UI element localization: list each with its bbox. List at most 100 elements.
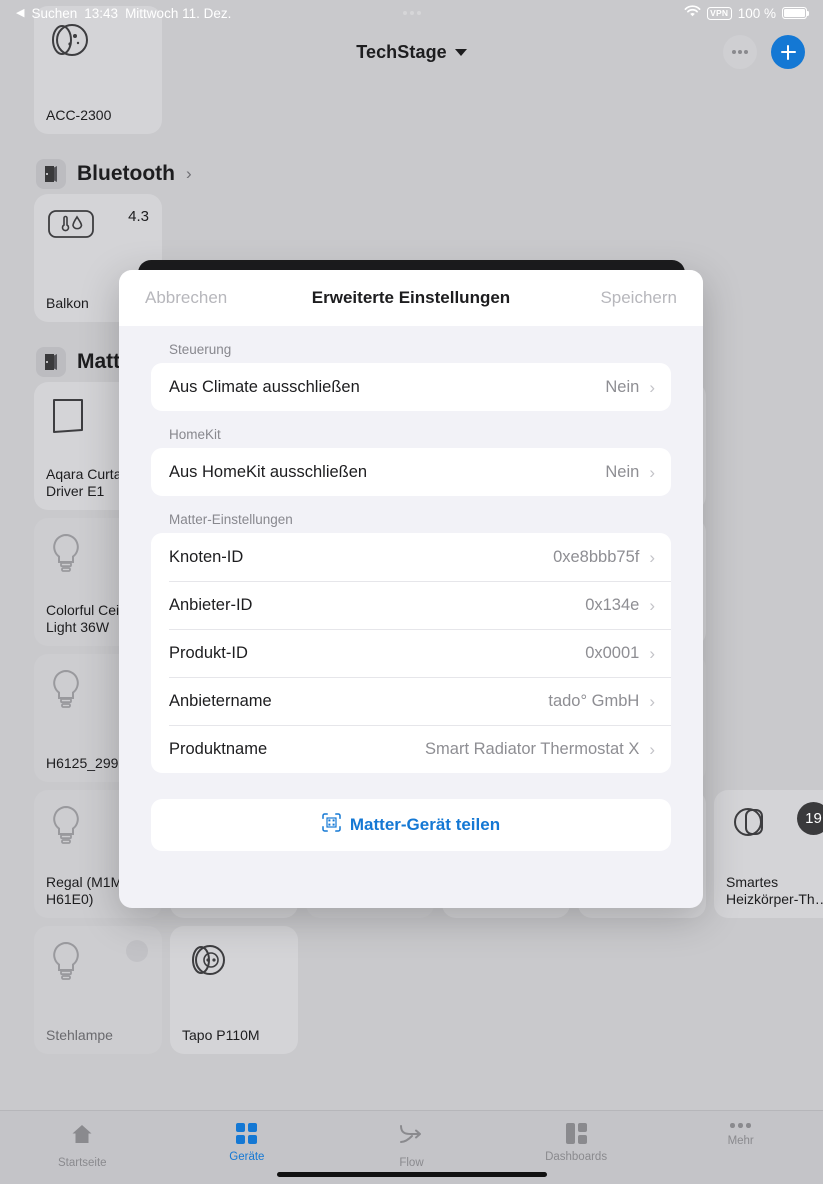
chevron-right-icon: ›	[649, 739, 655, 759]
row-label: Produkt-ID	[169, 643, 248, 662]
group-label-matter: Matter-Einstellungen	[169, 512, 293, 527]
row-anbieter-id[interactable]: Anbieter-ID 0x134e ›	[151, 581, 671, 629]
home-indicator	[276, 1172, 547, 1177]
device-card-stehlampe[interactable]: Stehlampe	[34, 926, 162, 1054]
tab-startseite[interactable]: Startseite	[0, 1123, 165, 1169]
bulb-icon	[48, 804, 84, 853]
device-card-heizkoerper[interactable]: 19 Smartes Heizkörper-Th…	[714, 790, 823, 918]
tab-flow[interactable]: Flow	[329, 1123, 494, 1169]
row-value: 0xe8bbb75f	[553, 547, 640, 566]
row-label: Aus Climate ausschließen	[169, 377, 360, 396]
device-card-label: Stehlampe	[46, 1027, 113, 1043]
add-button[interactable]	[771, 35, 805, 69]
row-label: Produktname	[169, 739, 268, 758]
temperature-humidity-icon	[48, 208, 94, 245]
save-button[interactable]: Speichern	[600, 288, 677, 308]
tab-mehr[interactable]: Mehr	[658, 1123, 823, 1147]
device-card-label: Tapo P110M	[182, 1027, 260, 1043]
more-button[interactable]	[723, 35, 757, 69]
grid-icon	[236, 1123, 258, 1144]
tab-label: Flow	[399, 1157, 424, 1169]
chevron-right-icon: ›	[649, 547, 655, 567]
plug-icon	[184, 940, 232, 985]
device-card-label: ACC-2300	[46, 107, 112, 123]
group-label-homekit: HomeKit	[169, 427, 221, 442]
device-card-value: 4.3	[128, 208, 149, 225]
row-value: Nein	[605, 377, 640, 396]
curtain-icon	[48, 396, 88, 441]
status-bar: ◀ Suchen 13:43 Mittwoch 11. Dez. VPN 100…	[0, 0, 823, 26]
section-title: Bluetooth	[77, 162, 175, 185]
battery-percent-label: 100 %	[737, 5, 776, 21]
tab-label: Dashboards	[545, 1151, 608, 1163]
wifi-icon	[684, 5, 701, 21]
chevron-right-icon: ›	[649, 377, 655, 397]
row-produktname[interactable]: Produktname Smart Radiator Thermostat X …	[151, 725, 671, 773]
app-root: ◀ Suchen 13:43 Mittwoch 11. Dez. VPN 100…	[0, 0, 823, 1184]
home-icon	[70, 1123, 94, 1150]
row-anbietername[interactable]: Anbietername tado° GmbH ›	[151, 677, 671, 725]
qr-scan-icon	[322, 813, 341, 837]
chevron-right-icon: ›	[649, 643, 655, 663]
status-date: Mittwoch 11. Dez.	[125, 5, 232, 21]
row-value: Smart Radiator Thermostat X	[425, 739, 640, 758]
group-matter-settings: Knoten-ID 0xe8bbb75f › Anbieter-ID 0x134…	[151, 533, 671, 773]
power-toggle[interactable]	[126, 940, 148, 962]
tab-geraete[interactable]: Geräte	[165, 1123, 330, 1163]
cancel-button[interactable]: Abbrechen	[145, 288, 227, 308]
status-bar-left: ◀ Suchen 13:43 Mittwoch 11. Dez.	[16, 6, 231, 21]
bulb-icon	[48, 532, 84, 581]
row-value: tado° GmbH	[548, 691, 640, 710]
device-card-tapo-p110m[interactable]: Tapo P110M	[170, 926, 298, 1054]
row-value: Nein	[605, 462, 640, 481]
group-homekit: Aus HomeKit ausschließen Nein ›	[151, 448, 671, 496]
row-label: Knoten-ID	[169, 547, 244, 566]
share-matter-device-button[interactable]: Matter-Gerät teilen	[151, 799, 671, 851]
chevron-right-icon: ›	[649, 595, 655, 615]
flow-icon	[398, 1123, 424, 1150]
row-label: Anbietername	[169, 691, 272, 710]
more-horizontal-icon	[730, 1123, 751, 1128]
home-selector[interactable]: TechStage	[356, 42, 467, 63]
chevron-right-icon: ›	[649, 462, 655, 482]
chevron-right-icon: ›	[649, 691, 655, 711]
row-homekit-exclude[interactable]: Aus HomeKit ausschließen Nein ›	[151, 448, 671, 496]
advanced-settings-modal: Abbrechen Erweiterte Einstellungen Speic…	[119, 270, 703, 908]
page-title: TechStage	[356, 41, 447, 62]
tab-bar: Startseite Geräte Flow Dashboards Mehr	[0, 1110, 823, 1184]
row-value: 0x0001	[585, 643, 640, 662]
chevron-down-icon[interactable]	[454, 48, 467, 56]
modal-body: Steuerung Aus Climate ausschließen Nein …	[119, 326, 703, 851]
status-time: 13:43	[84, 5, 119, 21]
status-badge: 19	[797, 802, 823, 835]
header-actions	[723, 26, 805, 78]
group-label-steuerung: Steuerung	[169, 342, 232, 357]
bulb-icon	[48, 668, 84, 717]
battery-full-icon	[782, 7, 810, 19]
triangle-left-icon[interactable]: ◀	[16, 7, 24, 19]
chevron-right-icon[interactable]: ›	[186, 164, 192, 184]
group-steuerung: Aus Climate ausschließen Nein ›	[151, 363, 671, 411]
row-label: Aus HomeKit ausschließen	[169, 462, 368, 481]
door-icon	[36, 347, 66, 377]
modal-header: Abbrechen Erweiterte Einstellungen Speic…	[119, 270, 703, 326]
row-value: 0x134e	[585, 595, 640, 614]
dynamic-island	[402, 11, 421, 15]
tab-dashboards[interactable]: Dashboards	[494, 1123, 659, 1163]
tab-label: Startseite	[58, 1157, 107, 1169]
row-knoten-id[interactable]: Knoten-ID 0xe8bbb75f ›	[151, 533, 671, 581]
section-header-bluetooth[interactable]: Bluetooth ›	[0, 154, 823, 194]
vpn-badge: VPN	[706, 6, 732, 20]
app-header: TechStage	[0, 26, 823, 78]
share-matter-device-label: Matter-Gerät teilen	[349, 815, 501, 834]
status-back-label[interactable]: Suchen	[31, 6, 77, 21]
device-card-label: Smartes Heizkörper-Th…	[726, 874, 823, 907]
thermostat-icon	[728, 804, 770, 845]
row-climate-exclude[interactable]: Aus Climate ausschließen Nein ›	[151, 363, 671, 411]
card-row-matter-5: Stehlampe Tapo P110M	[0, 926, 823, 1054]
tab-label: Mehr	[727, 1134, 754, 1147]
row-produkt-id[interactable]: Produkt-ID 0x0001 ›	[151, 629, 671, 677]
status-bar-right: VPN 100 %	[684, 5, 810, 21]
row-label: Anbieter-ID	[169, 595, 253, 614]
bulb-icon	[48, 940, 84, 989]
